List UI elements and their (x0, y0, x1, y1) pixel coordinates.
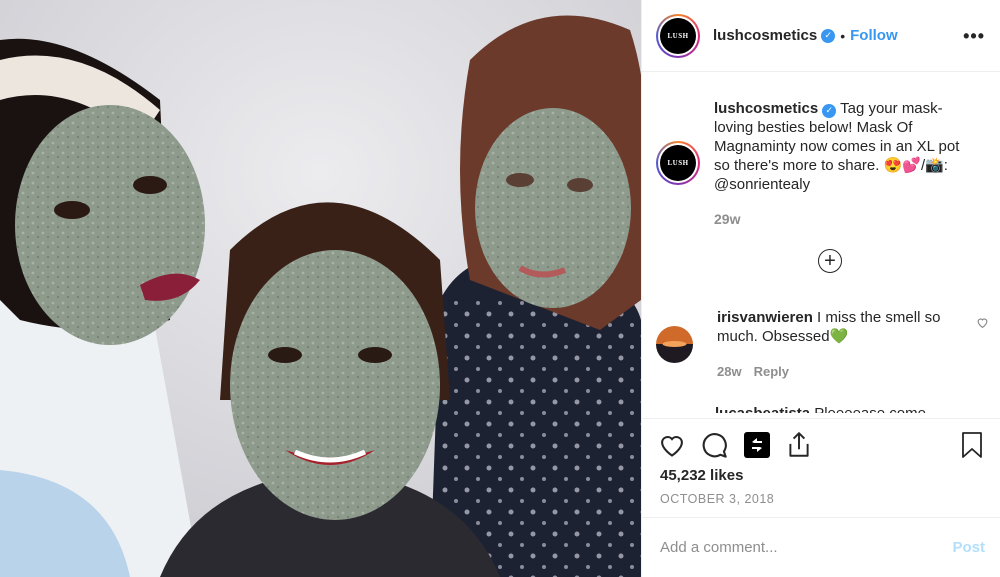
like-heart-icon[interactable] (658, 431, 686, 459)
lush-logo: LUSH (660, 17, 696, 54)
likes-count[interactable]: 45,232 likes (660, 467, 743, 484)
comment-bubble-icon[interactable] (700, 431, 728, 459)
reply-button[interactable]: Reply (754, 364, 789, 379)
comment-item: irisvanwieren I miss the smell so much. … (656, 308, 962, 381)
caption-timestamp[interactable]: 29w (714, 210, 964, 229)
commenter-username[interactable]: irisvanwieren (717, 309, 813, 326)
share-app-icon[interactable] (743, 431, 771, 459)
comment-text: Pleeeease come (814, 405, 926, 413)
comment-timestamp[interactable]: 28w (717, 364, 742, 379)
sunset-icon (656, 326, 693, 363)
commenter-username[interactable]: lucasbeatista (715, 405, 810, 413)
comments-list[interactable]: LUSH lushcosmetics ✓ Tag your mask-loving… (642, 73, 1000, 417)
ellipsis-icon[interactable]: ••• (963, 26, 985, 47)
add-comment-bar: Post (642, 517, 1000, 577)
author-username[interactable]: lushcosmetics (713, 27, 817, 44)
verified-badge-icon: ✓ (822, 103, 837, 118)
post-header: LUSH lushcosmetics ✓ • Follow ••• (642, 0, 1000, 72)
lush-logo: LUSH (660, 145, 696, 181)
verified-badge-icon: ✓ (821, 28, 836, 43)
comment-like-heart-icon[interactable] (976, 316, 989, 329)
bookmark-icon[interactable] (960, 431, 984, 459)
caption-avatar[interactable]: LUSH (656, 141, 700, 185)
post-comment-button[interactable]: Post (952, 539, 985, 556)
selfie-image (0, 0, 641, 577)
separator-dot: • (840, 27, 846, 44)
instagram-post: LUSH lushcosmetics ✓ • Follow ••• LUSH l… (0, 0, 1000, 577)
comment-item-partial: lucasbeatista Pleeeease come (715, 403, 926, 413)
commenter-avatar[interactable] (656, 326, 693, 363)
post-panel: LUSH lushcosmetics ✓ • Follow ••• LUSH l… (641, 0, 1000, 577)
share-upload-icon[interactable] (786, 431, 812, 459)
caption: LUSH lushcosmetics ✓ Tag your mask-loving… (656, 99, 964, 229)
comment-input[interactable] (660, 539, 910, 556)
post-photo[interactable] (0, 0, 641, 577)
actions-bar: 45,232 likes OCTOBER 3, 2018 (642, 418, 1000, 506)
author-avatar[interactable]: LUSH (656, 13, 700, 58)
post-date[interactable]: OCTOBER 3, 2018 (660, 492, 774, 506)
load-more-comments-icon[interactable]: + (818, 249, 842, 273)
follow-button[interactable]: Follow (850, 27, 898, 44)
caption-username[interactable]: lushcosmetics (714, 100, 818, 117)
